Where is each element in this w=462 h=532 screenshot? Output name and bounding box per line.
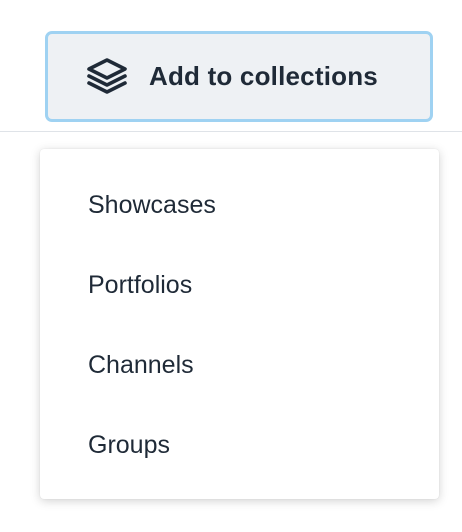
collections-dropdown-menu: Showcases Portfolios Channels Groups bbox=[40, 149, 439, 499]
menu-item-showcases[interactable]: Showcases bbox=[40, 173, 439, 237]
layers-icon bbox=[87, 58, 127, 94]
add-to-collections-label: Add to collections bbox=[149, 61, 378, 91]
add-to-collections-button[interactable]: Add to collections bbox=[45, 31, 433, 122]
menu-item-groups[interactable]: Groups bbox=[40, 413, 439, 477]
menu-item-portfolios[interactable]: Portfolios bbox=[40, 253, 439, 317]
toolbar: Add to collections bbox=[0, 0, 462, 132]
menu-item-channels[interactable]: Channels bbox=[40, 333, 439, 397]
